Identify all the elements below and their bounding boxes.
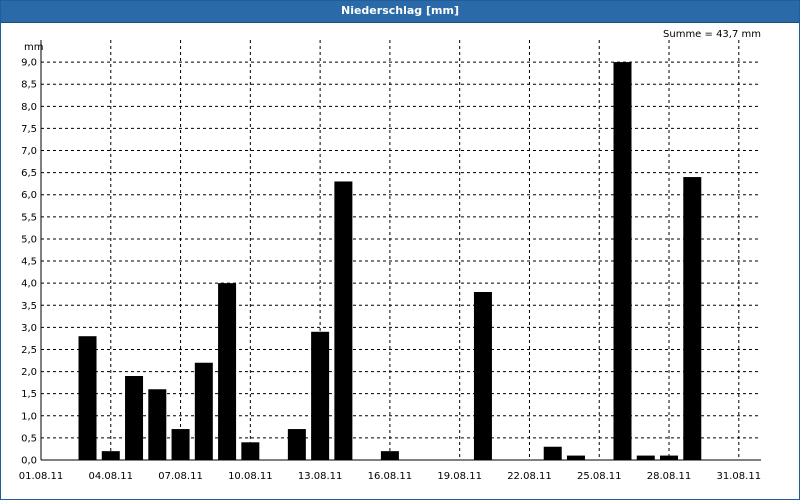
y-tick-label: 4,5 bbox=[21, 257, 37, 268]
y-tick-label: 6,0 bbox=[21, 190, 37, 201]
x-tick-label: 10.08.11 bbox=[228, 471, 273, 482]
bar-04.08.11 bbox=[101, 451, 120, 460]
bar-20.08.11 bbox=[473, 292, 492, 460]
x-tick-label: 07.08.11 bbox=[158, 471, 203, 482]
bar-28.08.11 bbox=[660, 455, 679, 460]
precipitation-chart: 0,0 0,5 1,0 1,5 2,0 2,5 3,0 3,5 4,0 4,5 5,0 5,5 6,0 6… bbox=[19, 29, 762, 482]
x-tick-label: 28.08.11 bbox=[647, 471, 692, 482]
x-tick-label: 04.08.11 bbox=[89, 471, 134, 482]
bar-10.08.11 bbox=[241, 442, 260, 460]
bar-09.08.11 bbox=[218, 283, 237, 460]
x-tick-label: 13.08.11 bbox=[298, 471, 343, 482]
y-tick-label: 8,5 bbox=[21, 80, 37, 91]
y-tick-label: 7,0 bbox=[21, 146, 37, 157]
x-tick-label: 25.08.11 bbox=[577, 471, 622, 482]
y-tick-label: 7,5 bbox=[21, 124, 37, 135]
bar-29.08.11 bbox=[683, 177, 702, 461]
bar-23.08.11 bbox=[543, 446, 562, 460]
y-tick-label: 1,0 bbox=[21, 411, 37, 422]
bar-26.08.11 bbox=[613, 62, 632, 461]
x-tick-label: 22.08.11 bbox=[507, 471, 552, 482]
y-tick-label: 5,5 bbox=[21, 212, 37, 223]
y-tick-label: 0,0 bbox=[21, 456, 37, 467]
bar-27.08.11 bbox=[636, 455, 655, 460]
x-tick-label: 19.08.11 bbox=[437, 471, 482, 482]
bar-06.08.11 bbox=[148, 389, 167, 460]
y-tick-label: 6,5 bbox=[21, 168, 37, 179]
y-tick-label: 3,0 bbox=[21, 323, 37, 334]
bar-13.08.11 bbox=[311, 331, 330, 460]
y-tick-label: 1,5 bbox=[21, 389, 37, 400]
bar-08.08.11 bbox=[194, 362, 213, 460]
bar-07.08.11 bbox=[171, 429, 190, 460]
x-tick-label: 31.08.11 bbox=[717, 471, 762, 482]
bar-14.08.11 bbox=[334, 181, 353, 460]
bar-24.08.11 bbox=[566, 455, 585, 460]
y-tick-label: 9,0 bbox=[21, 58, 37, 69]
y-tick-label: 8,0 bbox=[21, 102, 37, 113]
y-tick-label: 4,0 bbox=[21, 279, 37, 290]
y-tick-label: 2,0 bbox=[21, 367, 37, 378]
y-tick-label: 3,5 bbox=[21, 301, 37, 312]
bar-05.08.11 bbox=[125, 376, 144, 460]
bar-03.08.11 bbox=[78, 336, 97, 460]
y-tick-label: 5,0 bbox=[21, 234, 37, 245]
y-tick-label: 2,5 bbox=[21, 345, 37, 356]
bar-16.08.11 bbox=[380, 451, 399, 460]
y-tick-label: 0,5 bbox=[21, 433, 37, 444]
sum-label: Summe = 43,7 mm bbox=[663, 29, 761, 40]
y-axis-label: mm bbox=[24, 42, 43, 53]
x-tick-label: 16.08.11 bbox=[368, 471, 413, 482]
x-tick-label: 01.08.11 bbox=[19, 471, 64, 482]
bar-12.08.11 bbox=[287, 429, 306, 460]
